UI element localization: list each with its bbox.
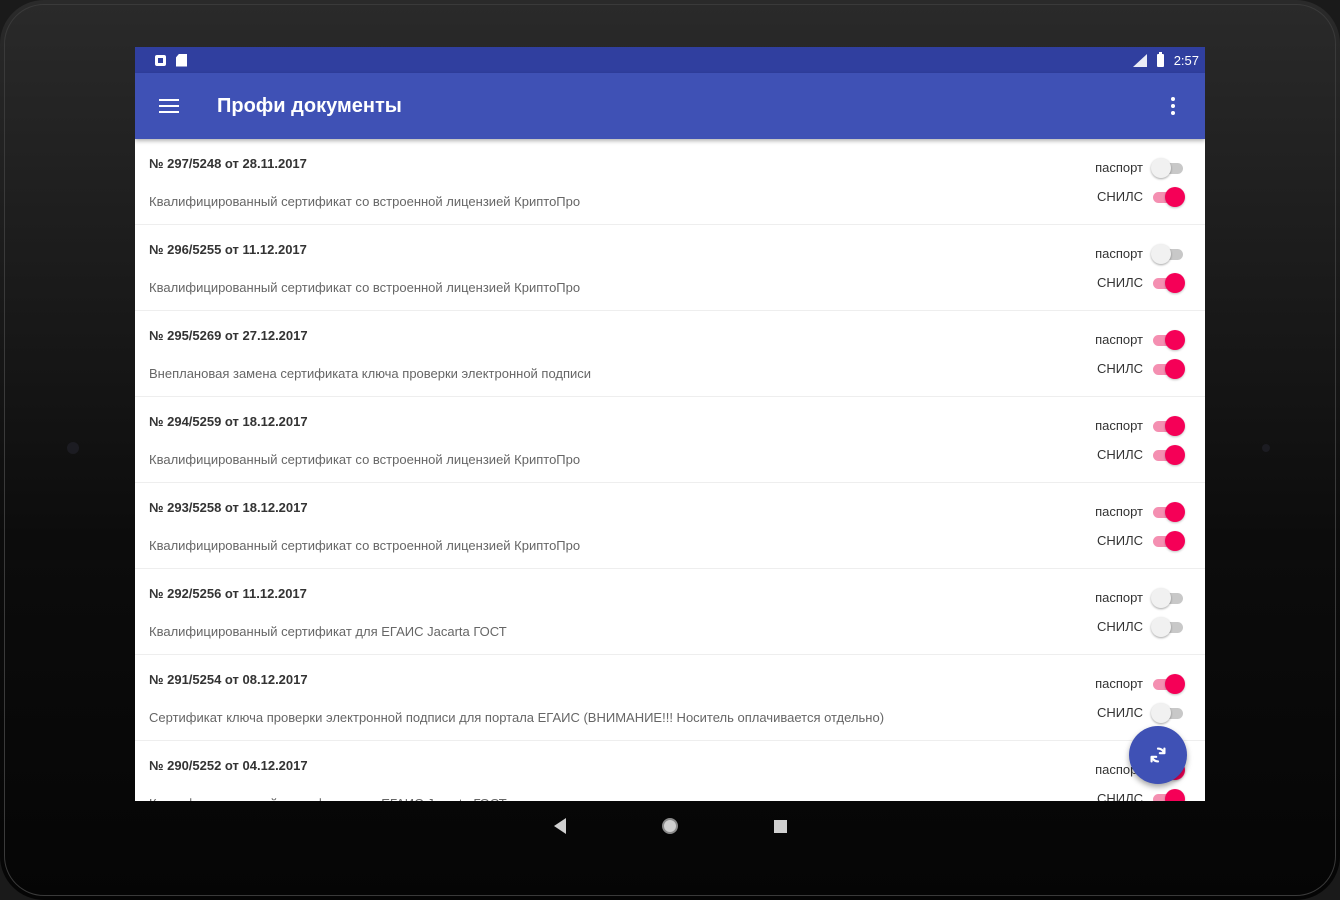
system-nav-bar (135, 801, 1205, 851)
passport-switch[interactable] (1151, 329, 1185, 351)
status-time: 2:57 (1173, 52, 1199, 68)
snils-switch[interactable] (1151, 358, 1185, 380)
passport-switch[interactable] (1151, 243, 1185, 265)
app-toolbar: Профи документы (135, 73, 1205, 139)
document-number: № 294/5259 от 18.12.2017 (149, 414, 308, 429)
list-item[interactable]: № 295/5269 от 27.12.2017 Внеплановая заме… (135, 311, 1205, 397)
snils-switch[interactable] (1151, 272, 1185, 294)
snils-label: СНИЛС (1096, 619, 1143, 634)
snils-label: СНИЛС (1096, 791, 1143, 801)
document-description: Сертификат ключа проверки электронной по… (149, 710, 885, 725)
snils-label: СНИЛС (1096, 705, 1143, 720)
back-icon[interactable] (553, 818, 566, 834)
document-description: Внеплановая замена сертификата ключа про… (149, 366, 592, 381)
snils-label: СНИЛС (1096, 189, 1143, 204)
more-vert-icon[interactable] (1165, 93, 1181, 119)
document-number: № 296/5255 от 11.12.2017 (149, 242, 307, 257)
document-toggles: паспорт СНИЛС (1045, 497, 1185, 555)
signal-icon (1132, 53, 1147, 67)
snils-switch[interactable] (1151, 616, 1185, 638)
passport-label: паспорт (1095, 332, 1143, 347)
passport-label: паспорт (1095, 504, 1143, 519)
document-description: Квалифицированный сертификат со встроенн… (149, 538, 581, 553)
status-bar: 2:57 (135, 47, 1205, 73)
document-number: № 297/5248 от 28.11.2017 (149, 156, 307, 171)
passport-label: паспорт (1095, 590, 1143, 605)
list-item[interactable]: № 292/5256 от 11.12.2017 Квалифицированны… (135, 569, 1205, 655)
passport-switch[interactable] (1151, 415, 1185, 437)
snils-label: СНИЛС (1096, 361, 1143, 376)
battery-icon (1156, 51, 1164, 67)
refresh-icon (1150, 747, 1166, 763)
front-sensor (67, 442, 79, 454)
document-toggles: паспорт СНИЛС (1045, 411, 1185, 469)
snils-switch[interactable] (1151, 186, 1185, 208)
list-item[interactable]: № 293/5258 от 18.12.2017 Квалифицированны… (135, 483, 1205, 569)
passport-switch[interactable] (1151, 673, 1185, 695)
passport-label: паспорт (1095, 160, 1143, 175)
passport-switch[interactable] (1151, 501, 1185, 523)
list-item[interactable]: № 294/5259 от 18.12.2017 Квалифицированны… (135, 397, 1205, 483)
refresh-button[interactable] (1129, 726, 1187, 784)
document-toggles: паспорт СНИЛС (1045, 583, 1185, 641)
document-toggles: паспорт СНИЛС (1045, 239, 1185, 297)
document-list: № 297/5248 от 28.11.2017 Квалифицированны… (135, 139, 1205, 801)
list-item[interactable]: № 290/5252 от 04.12.2017Квалифицированны… (135, 741, 1205, 801)
home-icon[interactable] (661, 818, 678, 834)
document-description: Квалифицированный сертификат со встроенн… (149, 194, 581, 209)
app-screen: 2:57 Профи документы № 297/5248 от 28.11… (135, 47, 1205, 801)
list-item[interactable]: № 296/5255 от 11.12.2017 Квалифицированны… (135, 225, 1205, 311)
passport-label: паспорт (1095, 418, 1143, 433)
passport-label: паспорт (1095, 246, 1143, 261)
list-item[interactable]: № 297/5248 от 28.11.2017 Квалифицированны… (135, 139, 1205, 225)
snils-switch[interactable] (1151, 788, 1185, 801)
document-description: Квалифицированный сертификат со встроенн… (149, 280, 581, 295)
notification-icon (155, 54, 166, 66)
tablet-frame: 2:57 Профи документы № 297/5248 от 28.11… (0, 0, 1340, 900)
document-description: Квалифицированный сертификат для ЕГАИС J… (149, 624, 507, 639)
snils-switch[interactable] (1151, 530, 1185, 552)
snils-switch[interactable] (1151, 702, 1185, 724)
document-toggles: паспорт СНИЛС (1045, 325, 1185, 383)
snils-switch[interactable] (1151, 444, 1185, 466)
list-item[interactable]: № 291/5254 от 08.12.2017 Сертификат ключа… (135, 655, 1205, 741)
document-number: № 292/5256 от 11.12.2017 (149, 586, 307, 601)
page-title: Профи документы (217, 94, 402, 117)
passport-switch[interactable] (1151, 157, 1185, 179)
document-number: № 293/5258 от 18.12.2017 (149, 500, 308, 515)
snils-label: СНИЛС (1096, 533, 1143, 548)
passport-label: паспорт (1095, 676, 1143, 691)
document-toggles: паспорт СНИЛС (1045, 669, 1185, 727)
passport-switch[interactable] (1151, 587, 1185, 609)
sd-card-icon (176, 53, 187, 67)
document-description: Квалифицированный сертификат со встроенн… (149, 452, 581, 467)
document-toggles: паспорт СНИЛС (1045, 153, 1185, 211)
document-number: № 295/5269 от 27.12.2017 (149, 328, 308, 343)
document-number: № 290/5252 от 04.12.2017 (149, 758, 308, 773)
document-number: № 291/5254 от 08.12.2017 (149, 672, 308, 687)
snils-label: СНИЛС (1096, 275, 1143, 290)
hamburger-icon[interactable] (159, 99, 179, 113)
snils-label: СНИЛС (1096, 447, 1143, 462)
recent-apps-icon[interactable] (773, 819, 787, 833)
front-camera (1262, 444, 1270, 452)
